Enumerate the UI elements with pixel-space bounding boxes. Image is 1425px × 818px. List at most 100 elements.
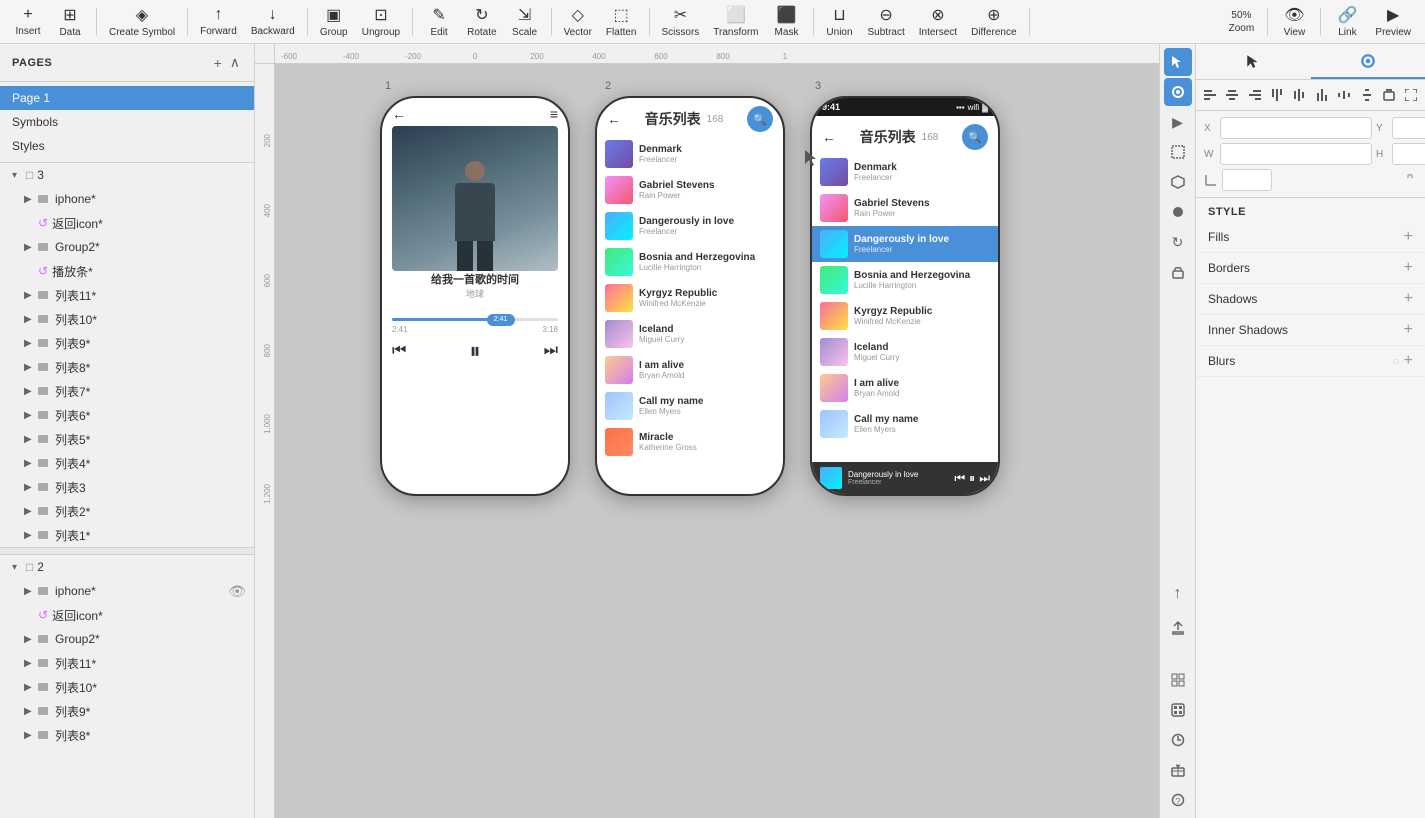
- f2-list-item-1[interactable]: Denmark Freelancer: [597, 136, 783, 172]
- tool-dist-h[interactable]: [1333, 83, 1354, 107]
- tool-align-top[interactable]: [1266, 83, 1287, 107]
- f2-list-item-8[interactable]: Call my name Ellen Myers: [597, 388, 783, 424]
- x-input[interactable]: [1220, 117, 1372, 139]
- tool-align-left[interactable]: [1199, 83, 1220, 107]
- toolbar-view-btn[interactable]: 👁 View: [1274, 3, 1314, 40]
- strip-export-btn[interactable]: [1164, 614, 1192, 642]
- strip-select-btn[interactable]: [1164, 48, 1192, 76]
- tool-align-bottom[interactable]: [1311, 83, 1332, 107]
- f3-list-item-7[interactable]: I am alive Bryan Amold: [812, 370, 998, 406]
- toolbar-subtract-btn[interactable]: ⊖ Subtract: [862, 3, 911, 40]
- toolbar-data-btn[interactable]: ⊞ Data: [50, 3, 90, 40]
- layer-list3-3[interactable]: ▶ 列表3: [0, 475, 254, 499]
- strip-symbol-btn[interactable]: [1164, 168, 1192, 196]
- sidebar-item-styles[interactable]: Styles: [0, 134, 254, 158]
- strip-components-btn[interactable]: [1164, 696, 1192, 724]
- shadows-row[interactable]: Shadows +: [1196, 284, 1425, 315]
- fills-add-btn[interactable]: +: [1404, 228, 1413, 246]
- layer-list9-3[interactable]: ▶ 列表9*: [0, 331, 254, 355]
- f3-list-item-3-active[interactable]: Dangerously in love Freelancer: [812, 226, 998, 262]
- layer-list10-3[interactable]: ▶ 列表10*: [0, 307, 254, 331]
- h-input[interactable]: [1392, 143, 1425, 165]
- f1-next-icon[interactable]: ⏭: [544, 342, 558, 360]
- toolbar-flatten-btn[interactable]: ⬚ Flatten: [600, 3, 643, 40]
- strip-fill-btn[interactable]: [1164, 198, 1192, 226]
- layer-list2-3[interactable]: ▶ 列表2*: [0, 499, 254, 523]
- strip-help-btn[interactable]: ?: [1164, 786, 1192, 814]
- f3-search-btn[interactable]: 🔍: [962, 124, 988, 150]
- f2-list-item-2[interactable]: Gabriel Stevens Rain Power: [597, 172, 783, 208]
- blurs-row[interactable]: Blurs ○ +: [1196, 346, 1425, 377]
- f1-progress-thumb[interactable]: 2:41: [487, 314, 515, 326]
- f3-back-icon[interactable]: ←: [822, 129, 836, 145]
- f3-mini-next-icon[interactable]: ⏭: [979, 471, 990, 486]
- tool-delete[interactable]: [1378, 83, 1399, 107]
- layer-playbar-3[interactable]: ↺ 播放条*: [0, 259, 254, 283]
- add-page-btn[interactable]: +: [212, 52, 224, 73]
- f1-back-icon[interactable]: ←: [392, 106, 406, 122]
- layer-list1-3[interactable]: ▶ 列表1*: [0, 523, 254, 547]
- f3-list-item-2[interactable]: Gabriel Stevens Rain Power: [812, 190, 998, 226]
- toolbar-forward-btn[interactable]: ↑ Forward: [194, 4, 243, 39]
- toolbar-link-btn[interactable]: 🔗 Link: [1327, 3, 1367, 40]
- tool-align-right[interactable]: [1244, 83, 1265, 107]
- toolbar-preview-btn[interactable]: ▶ Preview: [1369, 3, 1417, 40]
- layer-list6-3[interactable]: ▶ 列表6*: [0, 403, 254, 427]
- toolbar-scissors-btn[interactable]: ✂ Scissors: [656, 3, 706, 40]
- canvas-area[interactable]: -600 -400 -200 0 200 400 600 800 1 200 4…: [255, 44, 1159, 818]
- toolbar-difference-btn[interactable]: ⊕ Difference: [965, 3, 1022, 40]
- blurs-add-btn[interactable]: +: [1404, 352, 1413, 370]
- f3-list-item-8[interactable]: Call my name Ellen Myers: [812, 406, 998, 442]
- strip-gift-btn[interactable]: [1164, 756, 1192, 784]
- collapse-pages-btn[interactable]: ∧: [228, 52, 242, 73]
- blurs-toggle[interactable]: ○: [1392, 354, 1399, 368]
- layer-list8-2[interactable]: ▶ 列表8*: [0, 723, 254, 747]
- f2-search-btn[interactable]: 🔍: [747, 106, 773, 132]
- borders-row[interactable]: Borders +: [1196, 253, 1425, 284]
- f3-list-item-5[interactable]: Kyrgyz Republic Winifred McKenzie: [812, 298, 998, 334]
- tool-fit[interactable]: [1401, 83, 1422, 107]
- canvas[interactable]: 1 2 3 ← ≡: [275, 64, 1159, 818]
- eye-icon[interactable]: 👁: [228, 583, 246, 600]
- layer-list10-2[interactable]: ▶ 列表10*: [0, 675, 254, 699]
- f2-list-item-7[interactable]: I am alive Bryan Amold: [597, 352, 783, 388]
- layer-iphone-2[interactable]: ▶ iphone* 👁: [0, 579, 254, 603]
- f2-list-item-4[interactable]: Bosnia and Herzegovina Lucille Harringto…: [597, 244, 783, 280]
- toolbar-union-btn[interactable]: ⊔ Union: [820, 3, 860, 40]
- f1-menu-icon[interactable]: ≡: [550, 106, 558, 122]
- tab-style[interactable]: [1311, 44, 1425, 79]
- toolbar-vector-btn[interactable]: ◇ Vector: [558, 3, 598, 40]
- toolbar-ungroup-btn[interactable]: ⊡ Ungroup: [356, 3, 406, 40]
- f2-list-item-3[interactable]: Dangerously in love Freelancer: [597, 208, 783, 244]
- strip-time-btn[interactable]: [1164, 726, 1192, 754]
- strip-grid-btn[interactable]: [1164, 666, 1192, 694]
- f3-list-item-4[interactable]: Bosnia and Herzegovina Lucille Harringto…: [812, 262, 998, 298]
- toolbar-insert-btn[interactable]: + Insert: [8, 4, 48, 39]
- inner-shadows-add-btn[interactable]: +: [1404, 321, 1413, 339]
- layer-list9-2[interactable]: ▶ 列表9*: [0, 699, 254, 723]
- tool-align-center-h[interactable]: [1221, 83, 1242, 107]
- shadows-add-btn[interactable]: +: [1404, 290, 1413, 308]
- toolbar-edit-btn[interactable]: ✎ Edit: [419, 3, 459, 40]
- f1-play-icon[interactable]: ⏸: [469, 338, 480, 364]
- layer-list5-3[interactable]: ▶ 列表5*: [0, 427, 254, 451]
- f1-progress-bar[interactable]: 2:41: [392, 318, 558, 321]
- f2-back-icon[interactable]: ←: [607, 111, 621, 127]
- toolbar-zoom-btn[interactable]: 50% Zoom: [1221, 8, 1261, 36]
- toolbar-create-symbol-btn[interactable]: ◈ Create Symbol: [103, 3, 181, 40]
- strip-play-btn[interactable]: ▶: [1164, 108, 1192, 136]
- toolbar-mask-btn[interactable]: ⬛ Mask: [767, 3, 807, 40]
- inner-shadows-row[interactable]: Inner Shadows +: [1196, 315, 1425, 346]
- strip-upload-btn[interactable]: ↑: [1164, 580, 1192, 608]
- f3-mini-prev-icon[interactable]: ⏮: [954, 471, 965, 486]
- toolbar-backward-btn[interactable]: ↓ Backward: [245, 4, 301, 39]
- layer-group-3[interactable]: ▾ □ 3: [0, 163, 254, 187]
- w-input[interactable]: [1220, 143, 1372, 165]
- f3-list-item-1[interactable]: Denmark Freelancer: [812, 154, 998, 190]
- f2-list-item-6[interactable]: Iceland Miguel Curry: [597, 316, 783, 352]
- layer-list11-3[interactable]: ▶ 列表11*: [0, 283, 254, 307]
- f1-prev-icon[interactable]: ⏮: [392, 342, 406, 360]
- toolbar-transform-btn[interactable]: ⬜ Transform: [707, 3, 764, 40]
- layer-group2-2[interactable]: ▶ Group2*: [0, 627, 254, 651]
- toolbar-rotate-btn[interactable]: ↻ Rotate: [461, 3, 502, 40]
